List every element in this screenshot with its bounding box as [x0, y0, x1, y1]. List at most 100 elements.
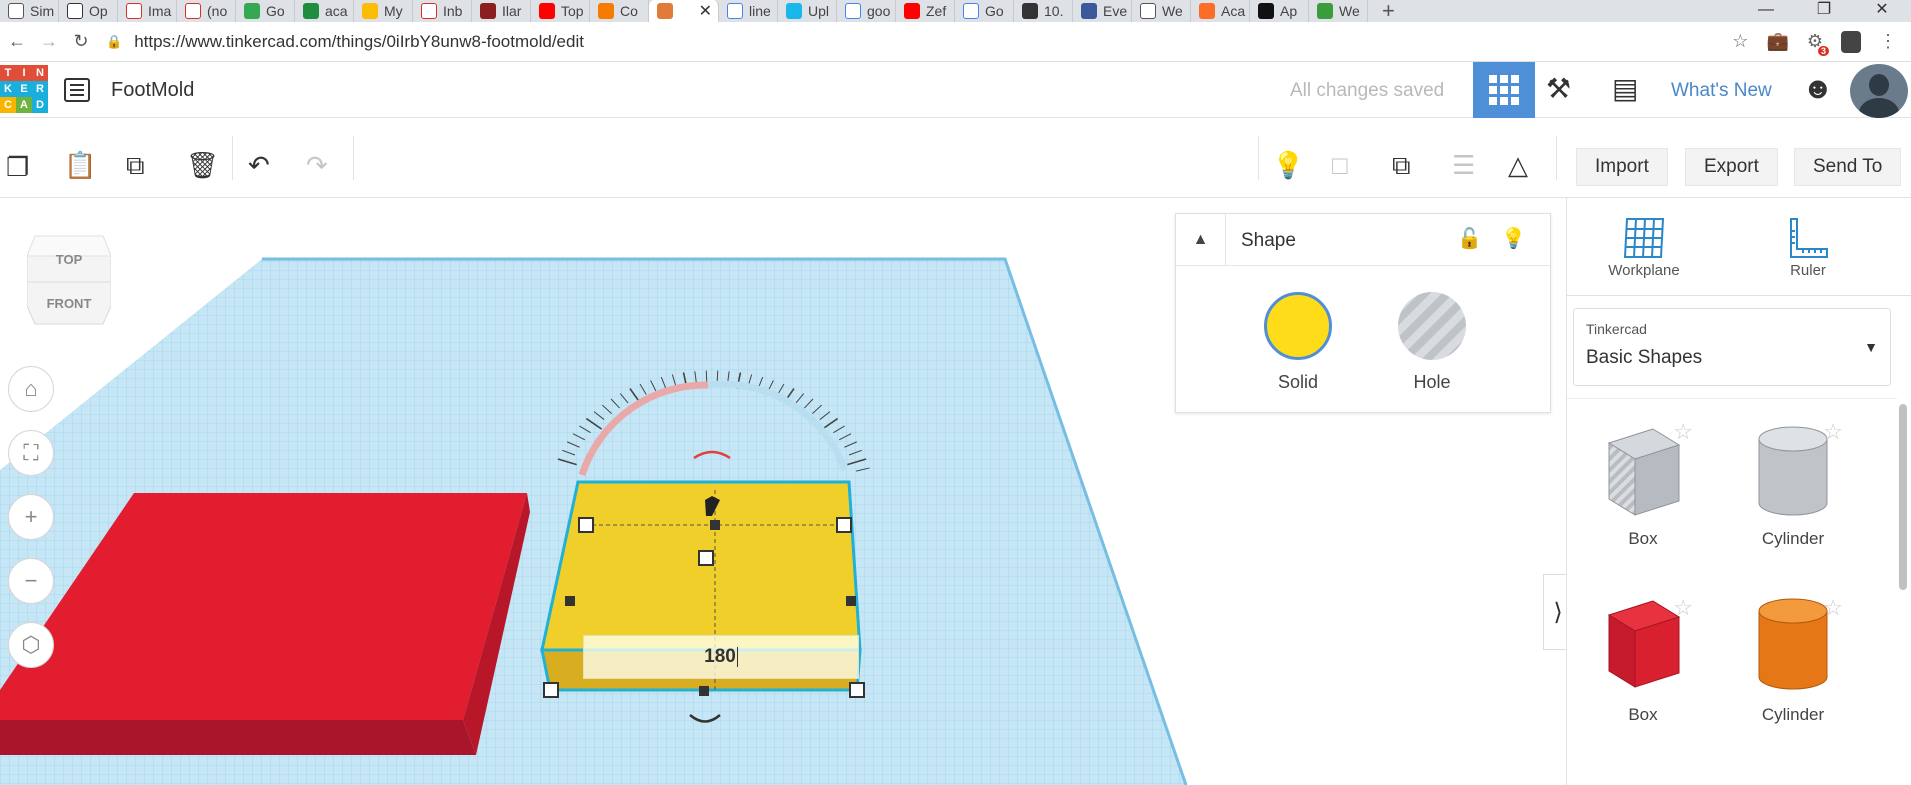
edge-handle[interactable]: [565, 596, 575, 606]
browser-tab[interactable]: Co: [590, 0, 649, 22]
favorite-star-icon[interactable]: ☆: [1823, 595, 1843, 621]
paste-icon[interactable]: 📋: [64, 150, 96, 181]
address-bar-icons: ☆ 💼 ⚙ 3 ⋮: [1732, 30, 1897, 56]
browser-menu-icon[interactable]: ⋮: [1879, 31, 1897, 52]
solid-color-swatch[interactable]: [1264, 292, 1332, 360]
url-field[interactable]: 🔒 https://www.tinkercad.com/things/0iIrb…: [106, 26, 1732, 58]
browser-tab[interactable]: Top: [531, 0, 590, 22]
browser-tab[interactable]: Upl: [778, 0, 837, 22]
view-cube[interactable]: TOP FRONT: [26, 230, 112, 330]
extension-icon[interactable]: ⚙ 3: [1807, 31, 1829, 56]
collapse-panel-button[interactable]: ▲: [1176, 214, 1226, 266]
ruler-tool[interactable]: Ruler: [1763, 214, 1853, 279]
tinkercad-logo[interactable]: TINKERCAD: [0, 65, 48, 115]
browser-tab[interactable]: We: [1309, 0, 1368, 22]
resize-handle[interactable]: [849, 682, 865, 698]
library-item-box-hole[interactable]: ☆ Box: [1583, 409, 1703, 549]
edge-handle[interactable]: [699, 686, 709, 696]
browser-tab[interactable]: Go: [236, 0, 295, 22]
new-tab-button[interactable]: +: [1382, 0, 1395, 22]
bookmark-star-icon[interactable]: ☆: [1732, 31, 1748, 52]
browser-tab[interactable]: ✕: [649, 0, 719, 22]
forward-icon[interactable]: →: [34, 31, 64, 52]
browser-tab[interactable]: goo: [837, 0, 896, 22]
solid-option[interactable]: Solid: [1258, 292, 1338, 393]
perspective-button[interactable]: ⬡: [8, 622, 54, 668]
redo-icon[interactable]: ↷: [306, 150, 328, 181]
lightbulb-icon[interactable]: 💡: [1501, 226, 1526, 251]
pickaxe-icon[interactable]: ⚒: [1546, 72, 1571, 105]
browser-tab[interactable]: Ima: [118, 0, 177, 22]
close-tab-icon[interactable]: ✕: [699, 1, 712, 21]
duplicate-icon[interactable]: ⧉: [126, 150, 145, 182]
resize-handle[interactable]: [836, 517, 852, 533]
browser-tab[interactable]: Ap: [1250, 0, 1309, 22]
mirror-icon[interactable]: △: [1508, 150, 1528, 181]
delete-icon[interactable]: 🗑: [186, 150, 219, 181]
browser-tab[interactable]: Op: [59, 0, 118, 22]
edge-handle[interactable]: [846, 596, 856, 606]
favorite-star-icon[interactable]: ☆: [1673, 595, 1693, 621]
edge-handle[interactable]: [710, 520, 720, 530]
unlock-icon[interactable]: 🔓: [1457, 226, 1482, 251]
library-item-box[interactable]: ☆ Box: [1583, 585, 1703, 725]
browser-tab[interactable]: My: [354, 0, 413, 22]
resize-handle[interactable]: [543, 682, 559, 698]
browser-tab[interactable]: Inb: [413, 0, 472, 22]
profile-icon[interactable]: [1841, 30, 1861, 53]
library-item-cylinder-hole[interactable]: ☆ Cylinder: [1733, 409, 1853, 549]
hole-option[interactable]: Hole: [1392, 292, 1472, 393]
reload-icon[interactable]: ↻: [66, 31, 96, 52]
group-icon[interactable]: ⧉: [1392, 150, 1411, 182]
browser-tab[interactable]: (no: [177, 0, 236, 22]
browser-tab[interactable]: Zef: [896, 0, 955, 22]
browser-tab[interactable]: line: [719, 0, 778, 22]
hole-swatch[interactable]: [1398, 292, 1466, 360]
view-cube-front-label[interactable]: FRONT: [27, 296, 111, 311]
rotation-value-input[interactable]: 180: [583, 635, 859, 679]
3d-design-view-button[interactable]: [1473, 62, 1535, 118]
back-icon[interactable]: ←: [2, 31, 32, 52]
shape-category-select[interactable]: Tinkercad Basic Shapes ▼: [1573, 308, 1891, 386]
extension-bag-icon[interactable]: 💼: [1766, 31, 1788, 52]
browser-tab[interactable]: Ilar: [472, 0, 531, 22]
browser-tab[interactable]: We: [1132, 0, 1191, 22]
add-user-icon[interactable]: ☻: [1802, 72, 1834, 106]
zoom-in-button[interactable]: +: [8, 494, 54, 540]
workplane-tool[interactable]: Workplane: [1599, 214, 1689, 279]
whats-new-link[interactable]: What's New: [1671, 80, 1772, 102]
lightbulb-icon[interactable]: 💡: [1272, 150, 1304, 181]
tab-label: Inb: [443, 3, 463, 19]
minimize-icon[interactable]: —: [1737, 0, 1795, 22]
resize-handle[interactable]: [698, 550, 714, 566]
browser-tab[interactable]: Eve: [1073, 0, 1132, 22]
library-item-cylinder[interactable]: ☆ Cylinder: [1733, 585, 1853, 725]
browser-tab[interactable]: Aca: [1191, 0, 1250, 22]
fit-view-button[interactable]: ⛶: [8, 430, 54, 476]
note-icon[interactable]: □: [1332, 150, 1348, 181]
undo-icon[interactable]: ↶: [248, 150, 270, 181]
view-cube-top-label[interactable]: TOP: [27, 252, 111, 267]
import-button[interactable]: Import: [1576, 148, 1668, 186]
designs-list-icon[interactable]: [64, 78, 90, 102]
close-window-icon[interactable]: ✕: [1853, 0, 1911, 22]
browser-tab[interactable]: Go: [955, 0, 1014, 22]
avatar[interactable]: [1850, 64, 1908, 118]
export-button[interactable]: Export: [1685, 148, 1778, 186]
copy-icon[interactable]: ❐: [6, 152, 29, 183]
maximize-icon[interactable]: ❐: [1795, 0, 1853, 22]
home-view-button[interactable]: ⌂: [8, 366, 54, 412]
browser-tab[interactable]: aca: [295, 0, 354, 22]
send-to-button[interactable]: Send To: [1794, 148, 1902, 186]
tab-label: Op: [89, 3, 108, 19]
bricks-icon[interactable]: ▤: [1612, 72, 1638, 105]
library-scrollbar[interactable]: [1899, 404, 1907, 590]
favorite-star-icon[interactable]: ☆: [1673, 419, 1693, 445]
favorite-star-icon[interactable]: ☆: [1823, 419, 1843, 445]
browser-tab[interactable]: Sim: [0, 0, 59, 22]
zoom-out-button[interactable]: −: [8, 558, 54, 604]
browser-tab[interactable]: 10.: [1014, 0, 1073, 22]
document-title[interactable]: FootMold: [111, 79, 194, 102]
resize-handle[interactable]: [578, 517, 594, 533]
align-icon[interactable]: ☰: [1452, 150, 1475, 181]
